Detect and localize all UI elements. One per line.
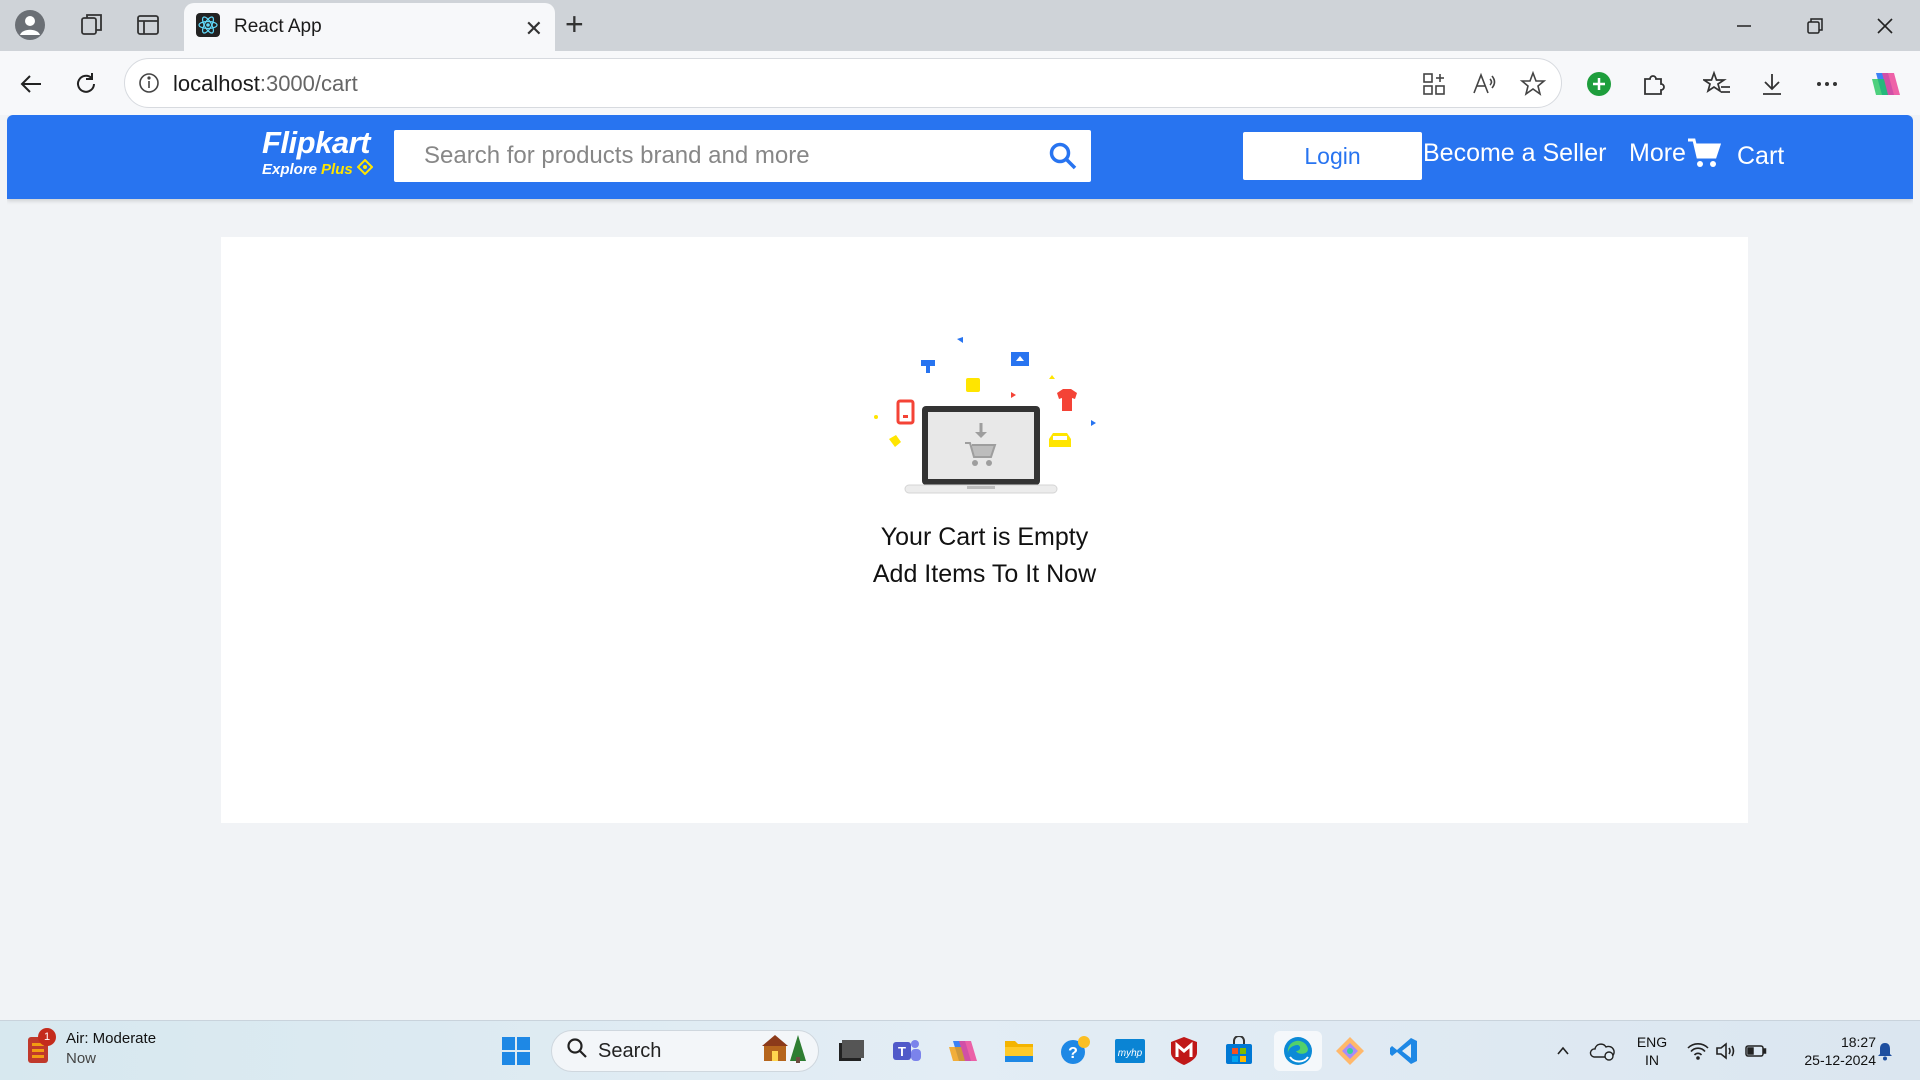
cart-panel: Your Cart is Empty Add Items To It Now	[221, 237, 1748, 823]
edge-icon[interactable]	[1274, 1031, 1322, 1071]
taskbar-search[interactable]: Search	[551, 1030, 819, 1072]
svg-text:T: T	[898, 1044, 906, 1059]
notification-bell-icon[interactable]	[1872, 1021, 1898, 1080]
cart-icon	[1687, 137, 1722, 176]
empty-cart-subtitle: Add Items To It Now	[872, 560, 1097, 588]
copilot-taskbar-icon[interactable]	[943, 1031, 983, 1071]
svg-text:myhp: myhp	[1118, 1048, 1143, 1059]
logo-explore: Explore	[262, 160, 318, 178]
logo-text: Flipkart	[262, 125, 370, 160]
logo-plus: Plus	[321, 160, 353, 178]
page-viewport: Flipkart Explore Plus Login Become a Sel…	[7, 115, 1913, 1020]
url-host: localhost	[173, 71, 260, 96]
clock-time: 18:27	[1840, 1034, 1876, 1050]
extension-green-icon[interactable]	[1580, 65, 1618, 103]
profile-icon[interactable]	[8, 8, 52, 42]
new-tab-button[interactable]: +	[565, 6, 584, 43]
product-search-bar	[394, 130, 1091, 182]
tab-title: React App	[234, 16, 322, 37]
volume-icon[interactable]	[1713, 1021, 1739, 1080]
windows-icon[interactable]	[496, 1031, 536, 1071]
cart-label: Cart	[1737, 142, 1785, 170]
vscode-icon[interactable]	[1384, 1031, 1424, 1071]
empty-cart-title: Your Cart is Empty	[880, 523, 1089, 551]
teams-icon[interactable]: T	[887, 1031, 927, 1071]
app-tile-icon[interactable]	[1330, 1031, 1370, 1071]
store-icon[interactable]	[1219, 1031, 1259, 1071]
more-link[interactable]: More	[1629, 139, 1686, 168]
weather-badge: 1	[38, 1028, 56, 1046]
clock-date: 25-12-2024	[1804, 1052, 1876, 1068]
login-button[interactable]: Login	[1243, 132, 1422, 180]
weather-widget[interactable]: 1 Air: Moderate Now	[24, 1028, 156, 1069]
download-icon[interactable]	[1753, 65, 1791, 103]
more-icon[interactable]	[1808, 65, 1846, 103]
lang-line1: ENG	[1636, 1034, 1668, 1050]
task-view-icon[interactable]	[831, 1031, 871, 1071]
collections-icon[interactable]	[70, 8, 114, 42]
favorites-icon[interactable]	[1698, 65, 1736, 103]
close-window-icon[interactable]	[1865, 10, 1905, 42]
help-icon[interactable]: ?	[1055, 1031, 1095, 1071]
logo-subtitle: Explore Plus	[262, 158, 374, 179]
windows-taskbar: 1 Air: Moderate Now Search T ? myhp ENG …	[0, 1020, 1920, 1080]
react-icon	[196, 12, 220, 42]
url-path: :3000/cart	[259, 71, 358, 96]
battery-icon[interactable]	[1743, 1021, 1769, 1080]
weather-title: Air: Moderate	[66, 1030, 157, 1047]
taskbar-search-label: Search	[598, 1039, 662, 1062]
flipkart-header: Flipkart Explore Plus Login Become a Sel…	[7, 115, 1913, 199]
plus-icon	[356, 158, 374, 179]
search-input[interactable]	[394, 142, 1014, 170]
close-tab-icon[interactable]: ✕	[525, 16, 543, 42]
weather-text: Air: Moderate Now	[66, 1029, 156, 1069]
copilot-icon[interactable]	[1866, 65, 1904, 103]
restore-icon[interactable]	[1795, 10, 1835, 42]
search-taskbar-icon	[566, 1037, 588, 1065]
language-indicator[interactable]: ENG IN	[1628, 1021, 1676, 1080]
extension-icon[interactable]	[1634, 65, 1672, 103]
address-bar[interactable]: localhost:3000/cart	[124, 58, 1562, 108]
chevron-up-icon[interactable]	[1548, 1021, 1578, 1080]
empty-cart-illustration	[871, 337, 1101, 507]
tab-actions-icon[interactable]	[126, 8, 170, 42]
search-icon[interactable]	[1045, 138, 1081, 174]
read-aloud-icon[interactable]	[1471, 71, 1497, 102]
lang-line2: IN	[1645, 1052, 1659, 1068]
back-icon[interactable]	[12, 65, 50, 103]
minimize-icon[interactable]	[1724, 10, 1764, 42]
become-seller-link[interactable]: Become a Seller	[1423, 139, 1606, 168]
cart-link[interactable]: Cart	[1687, 137, 1784, 176]
browser-toolbar: localhost:3000/cart	[0, 51, 1920, 115]
app-icon[interactable]	[1421, 71, 1447, 102]
onedrive-icon[interactable]	[1585, 1021, 1619, 1080]
mcafee-icon[interactable]	[1164, 1031, 1204, 1071]
tab-react-app[interactable]: React App ✕	[184, 3, 555, 51]
flipkart-logo[interactable]: Flipkart Explore Plus	[262, 125, 374, 179]
weather-icon: 1	[24, 1028, 56, 1067]
url-text[interactable]: localhost:3000/cart	[173, 71, 358, 97]
refresh-icon[interactable]	[67, 65, 105, 103]
file-explorer-icon[interactable]	[999, 1031, 1039, 1071]
holiday-icon	[762, 1033, 808, 1069]
svg-text:?: ?	[1068, 1045, 1078, 1062]
myhp-icon[interactable]: myhp	[1110, 1031, 1150, 1071]
favorite-icon[interactable]	[1519, 70, 1547, 103]
wifi-icon[interactable]	[1685, 1021, 1711, 1080]
weather-sub: Now	[66, 1050, 97, 1067]
browser-titlebar: React App ✕ +	[0, 0, 1920, 51]
info-icon[interactable]	[137, 71, 161, 100]
clock[interactable]: 18:27 25-12-2024	[1780, 1021, 1876, 1080]
